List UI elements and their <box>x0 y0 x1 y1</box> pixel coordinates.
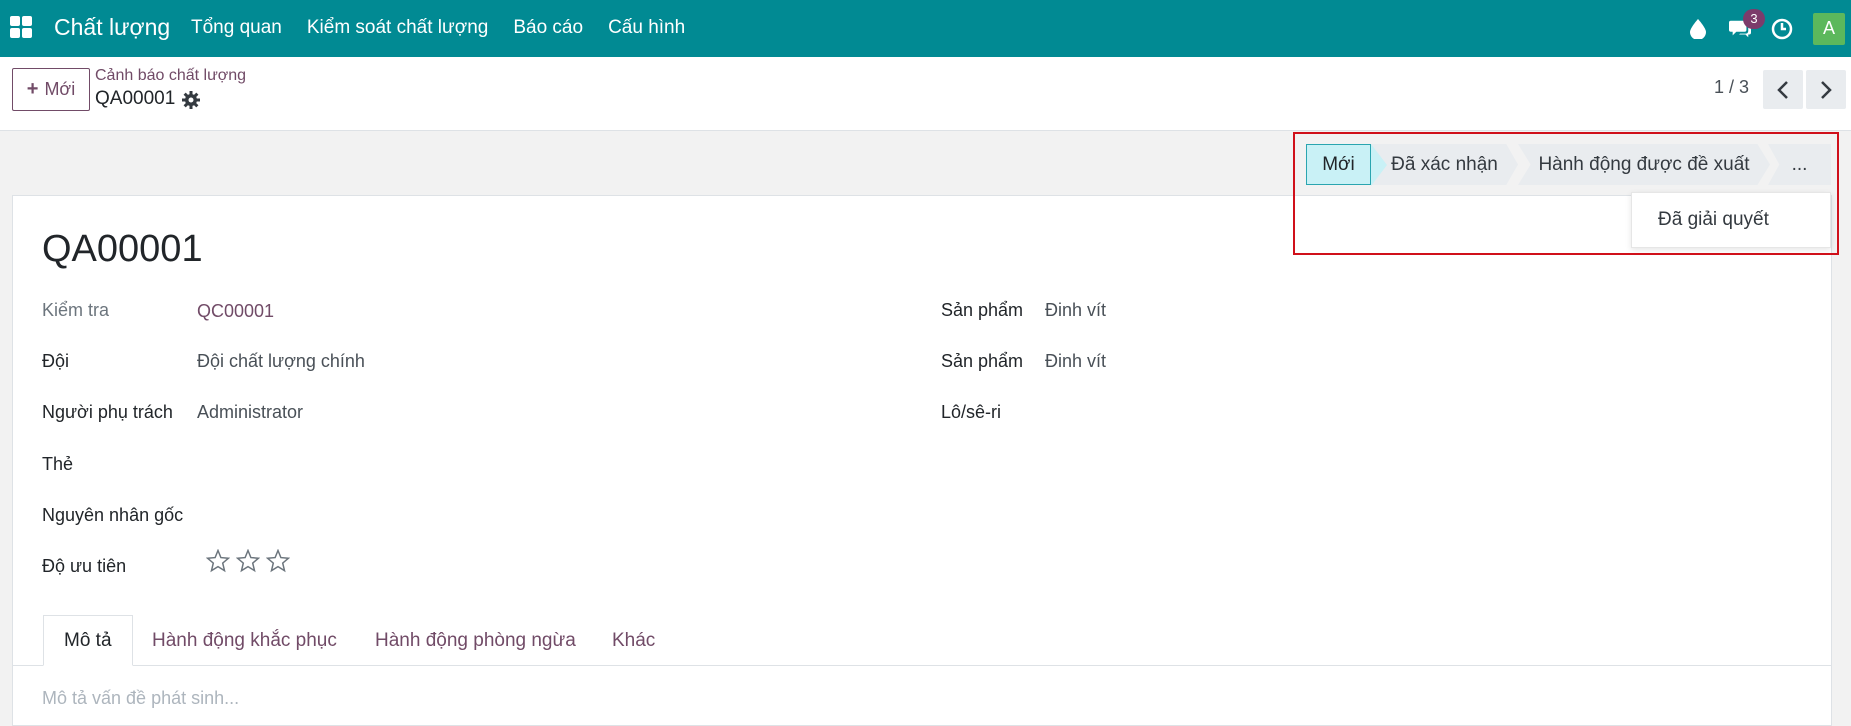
top-navbar: Chất lượng Tổng quan Kiểm soát chất lượn… <box>0 0 1851 57</box>
lot-serial-label: Lô/sê-ri <box>941 402 1002 422</box>
tab-corrective-action[interactable]: Hành động khắc phục <box>152 615 337 666</box>
notebook-tabs: Mô tả Hành động khắc phục Hành động phòn… <box>12 615 1832 666</box>
statusbar: Mới Đã xác nhận Hành động được đề xuất .… <box>0 131 1851 195</box>
menu-configuration[interactable]: Cấu hình <box>608 17 685 39</box>
responsible-field[interactable]: Administrator <box>197 402 303 423</box>
chevron-right-icon <box>1821 80 1832 99</box>
record-title: QA00001 <box>42 228 203 270</box>
product-label: Sản phẩm <box>941 300 1024 320</box>
breadcrumb-quality-alerts[interactable]: Cảnh báo chất lượng <box>95 67 246 85</box>
chevron-left-icon <box>1777 80 1788 99</box>
menu-reporting[interactable]: Báo cáo <box>513 17 583 39</box>
new-button[interactable]: + Mới <box>12 68 90 111</box>
messages-icon[interactable]: 3 <box>1729 8 1765 40</box>
menu-quality-control[interactable]: Kiểm soát chất lượng <box>307 17 488 39</box>
tags-field[interactable] <box>197 448 697 478</box>
status-confirmed[interactable]: Đã xác nhận <box>1371 144 1518 185</box>
main-menu: Tổng quan Kiểm soát chất lượng Báo cáo C… <box>191 17 710 39</box>
pager-next-button[interactable] <box>1806 70 1846 109</box>
pager-previous-button[interactable] <box>1763 70 1803 109</box>
star-icon[interactable] <box>266 549 290 573</box>
active-stage-arrow <box>1371 144 1387 186</box>
root-cause-label: Nguyên nhân gốc <box>42 505 184 525</box>
status-action-proposed[interactable]: Hành động được đề xuất <box>1518 144 1770 185</box>
menu-overview[interactable]: Tổng quan <box>191 17 282 39</box>
star-icon[interactable] <box>206 549 230 573</box>
activity-clock-icon[interactable] <box>1771 18 1793 40</box>
team-field[interactable]: Đội chất lượng chính <box>197 351 365 372</box>
responsible-label: Người phụ trách <box>42 402 173 422</box>
pager-value[interactable]: 1 / 3 <box>1714 77 1749 98</box>
status-dropdown-resolved[interactable]: Đã giải quyết <box>1631 192 1831 248</box>
check-label: Kiểm tra <box>42 300 110 320</box>
new-button-label: Mới <box>44 79 76 99</box>
team-label: Đội <box>42 351 70 371</box>
priority-label: Độ ưu tiên <box>42 556 127 576</box>
tags-label: Thẻ <box>42 454 74 474</box>
product-field[interactable]: Đinh vít <box>1045 300 1106 321</box>
product-variant-field[interactable]: Đinh vít <box>1045 351 1106 372</box>
drop-icon[interactable] <box>1687 18 1709 40</box>
root-cause-field[interactable] <box>197 499 697 529</box>
plus-icon: + <box>26 78 39 100</box>
gear-icon[interactable] <box>182 91 200 109</box>
messages-count-badge: 3 <box>1743 8 1765 29</box>
breadcrumb-current-record: QA00001 <box>95 88 176 109</box>
status-more-button[interactable]: ... <box>1768 144 1831 185</box>
control-panel: + Mới Cảnh báo chất lượng QA00001 1 / 3 <box>0 57 1851 131</box>
tab-other[interactable]: Khác <box>612 615 655 666</box>
status-new[interactable]: Mới <box>1306 144 1371 185</box>
navbar-systray: 3 A <box>1667 0 1851 57</box>
tab-preventive-action[interactable]: Hành động phòng ngừa <box>375 615 576 666</box>
description-editor[interactable]: Mô tả vấn đề phát sinh... <box>42 688 239 709</box>
apps-menu-icon[interactable] <box>10 16 32 38</box>
user-avatar[interactable]: A <box>1813 12 1845 45</box>
app-brand[interactable]: Chất lượng <box>54 14 170 41</box>
tab-description[interactable]: Mô tả <box>43 615 133 666</box>
check-value-link[interactable]: QC00001 <box>197 301 274 322</box>
product-variant-label: Sản phẩm <box>941 351 1024 371</box>
star-icon[interactable] <box>236 549 260 573</box>
priority-stars <box>206 549 290 573</box>
lot-serial-field[interactable] <box>1045 396 1645 426</box>
